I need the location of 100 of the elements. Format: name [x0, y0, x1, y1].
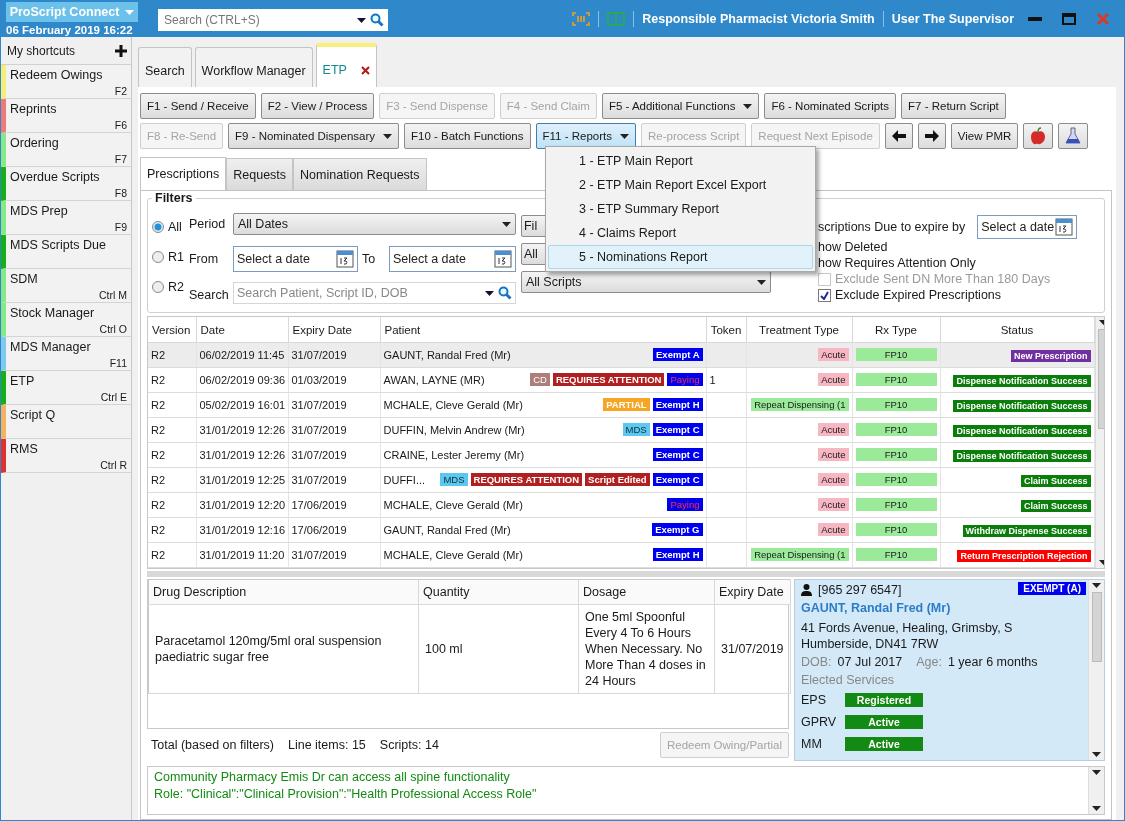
tab[interactable]: Search [138, 47, 192, 87]
toolbar-button[interactable]: F1 - Send / Receive [140, 93, 256, 119]
tab[interactable]: Prescriptions [140, 157, 227, 190]
shortcut-item[interactable]: SDM Ctrl M [1, 269, 131, 303]
field-label: From [189, 251, 220, 266]
column-header[interactable]: Rx Type [852, 317, 940, 343]
shortcut-item[interactable]: Stock Manager Ctrl O [1, 303, 131, 337]
shortcut-item[interactable]: Overdue Scripts F8 [1, 167, 131, 201]
dropdown-button[interactable]: F11 - Reports [535, 123, 636, 149]
tab[interactable]: Workflow Manager [194, 47, 313, 87]
table-row[interactable]: R2 31/01/2019 11:20 31/07/2019 MCHALE, Cleve Gerald (Mr) Exempt H Repeat Dispensing (1 FP10 Return Prescription Rejection [148, 542, 1094, 568]
address-line: Humberside, DN41 7RW [801, 636, 940, 651]
shortcut-item[interactable]: ETP Ctrl E [1, 371, 131, 405]
global-search-field[interactable]: Search (CTRL+S) [158, 9, 388, 31]
table-cell: 100 ml [425, 641, 463, 656]
table-cell: R2 [151, 423, 166, 436]
column-header[interactable]: Expiry Date [714, 579, 791, 605]
toolbar-button[interactable]: F6 - Nominated Scripts [764, 93, 897, 119]
menu-item[interactable]: 2 - ETP Main Report Excel Export [548, 173, 813, 197]
period-select[interactable]: All Dates [233, 213, 516, 236]
dropdown-button[interactable]: F9 - Nominated Dispensary [228, 123, 399, 149]
scripts-select[interactable]: All Scripts [521, 271, 771, 293]
column-header[interactable]: Dosage [578, 579, 715, 605]
radio-button[interactable]: R2 [152, 277, 184, 297]
radio-button[interactable]: All [152, 217, 184, 237]
table-cell: 05/02/2019 16:01 [199, 398, 286, 411]
column-header[interactable]: Drug Description [148, 579, 419, 605]
table-cell: 31/07/2019 [291, 448, 347, 461]
sidebar-title: My shortcuts [7, 43, 75, 58]
rx-type-tag: FP10 [855, 398, 937, 412]
column-header[interactable]: Token [706, 317, 746, 343]
toolbar-button[interactable]: F7 - Return Script [901, 93, 1006, 119]
table-cell: One 5ml Spoonful Every 4 To 6 Hours When Necessary. No More Than 4 doses in 24 Hours [585, 609, 706, 688]
table-row[interactable]: R2 06/02/2019 09:36 01/03/2019 AWAN, LAYNE (MR) CD REQUIRES ATTENTION Paying 1 Acute FP10 Dispense Notification Success [148, 367, 1094, 393]
table-cell: 31/07/2019 [721, 641, 784, 656]
patient-tag: Exempt C [652, 423, 703, 437]
date-field[interactable]: Select a date [233, 245, 358, 272]
table-cell: R2 [151, 498, 166, 511]
tab[interactable]: ETP [315, 43, 377, 87]
shortcut-item[interactable]: MDS Manager F11 [1, 337, 131, 371]
table-row[interactable]: R2 06/02/2019 11:45 31/07/2019 GAUNT, Randal Fred (Mr) Exempt A Acute FP10 New Prescription [148, 342, 1094, 368]
status-message: Community Pharmacy Emis Dr can access all spine functionality [154, 769, 511, 784]
table-row[interactable]: R2 05/02/2019 16:01 31/07/2019 MCHALE, Cleve Gerald (Mr) PARTIAL Exempt H Repeat Dispensing (1 FP10 Dispense Notification Success [148, 392, 1094, 418]
pharmacist-label: Responsible Pharmacist Victoria Smith [642, 12, 875, 26]
table-row[interactable]: R2 31/01/2019 12:26 31/07/2019 CRAINE, Lester Jeremy (Mr) Exempt C Acute FP10 Dispense Notification Success [148, 442, 1094, 468]
menu-item[interactable]: 5 - Nominations Report [548, 245, 813, 269]
column-header[interactable]: Expiry Date [288, 317, 380, 343]
table-row[interactable]: R2 31/01/2019 12:16 17/06/2019 GAUNT, Randal Fred (Mr) Exempt G Acute FP10 Withdraw Dispense Success [148, 517, 1094, 543]
date-field[interactable]: Select a date [389, 245, 516, 272]
column-header[interactable]: Quantity [418, 579, 579, 605]
treatment-tag: Repeat Dispensing (1 [751, 548, 849, 562]
status-tag: New Prescription [1010, 349, 1091, 362]
table-cell: 31/07/2019 [291, 473, 347, 486]
tab[interactable]: Requests [226, 158, 294, 190]
status-tag: Claim Success [1020, 499, 1091, 512]
date-time: 06 February 2019 16:22 [6, 24, 134, 36]
shortcut-item[interactable]: Redeem Owings F2 [1, 65, 131, 99]
table-row[interactable]: R2 31/01/2019 12:25 31/07/2019 DUFFI... MDS REQUIRES ATTENTION Script Edited Exempt C Acute FP10 Claim Success [148, 467, 1094, 493]
column-header[interactable]: Patient [380, 317, 706, 343]
table-cell: 17/06/2019 [291, 498, 347, 511]
shortcut-item[interactable]: Ordering F7 [1, 133, 131, 167]
table-cell: R2 [151, 448, 166, 461]
filters-title: Filters [154, 191, 194, 205]
patient-tag: MDS [622, 423, 650, 437]
toolbar-button[interactable]: F2 - View / Process [260, 93, 375, 119]
age-value: 1 year 6 months [947, 654, 1038, 669]
service-name: EPS [801, 692, 827, 707]
table-row[interactable]: R2 31/01/2019 12:20 17/06/2019 MCHALE, Cleve Gerald (Mr) Paying Acute FP10 Claim Success [148, 492, 1094, 518]
treatment-tag: Acute [818, 373, 849, 387]
shortcut-item[interactable]: RMS Ctrl R [1, 439, 131, 473]
menu-item[interactable]: 1 - ETP Main Report [548, 149, 813, 173]
dropdown-button[interactable]: F5 - Additional Functions [601, 93, 760, 119]
tab[interactable]: Nomination Requests [293, 158, 427, 190]
table-cell: R2 [151, 523, 166, 536]
patient-tag: CD [530, 373, 550, 387]
column-header[interactable]: Treatment Type [746, 317, 852, 343]
toolbar-button[interactable]: F10 - Batch Functions [404, 123, 531, 149]
shortcut-item[interactable]: MDS Prep F9 [1, 201, 131, 235]
patient-search-field[interactable]: Search Patient, Script ID, DOB [233, 282, 516, 305]
table-cell: 1 [709, 373, 716, 386]
service-status: Active [845, 714, 923, 729]
nhs-number: [965 297 6547] [818, 582, 902, 597]
column-header[interactable]: Status [940, 317, 1094, 343]
table-cell: 31/07/2019 [291, 348, 347, 361]
shortcut-item[interactable]: Script Q [1, 405, 131, 439]
table-cell: 06/02/2019 09:36 [199, 373, 286, 386]
shortcut-item[interactable]: MDS Scripts Due [1, 235, 131, 269]
checkbox[interactable]: Exclude Expired Prescriptions [818, 287, 1078, 303]
column-header[interactable]: Date [196, 317, 288, 343]
shortcut-item[interactable]: Reprints F6 [1, 99, 131, 133]
patient-tag: Script Edited [585, 473, 650, 487]
status-tag: Dispense Notification Success [953, 449, 1091, 462]
radio-button[interactable]: R1 [152, 247, 184, 267]
table-cell: 31/01/2019 12:26 [199, 448, 286, 461]
table-row[interactable]: R2 31/01/2019 12:26 31/07/2019 DUFFIN, Melvin Andrew (Mr) MDS Exempt C Acute FP10 Dispense Notification Success [148, 417, 1094, 443]
date-field[interactable]: Select a date [977, 215, 1078, 239]
dob-label: DOB: [801, 654, 832, 669]
table-cell: 31/01/2019 12:26 [199, 423, 286, 436]
toolbar-button[interactable]: View PMR [950, 123, 1019, 149]
column-header[interactable]: Version [148, 317, 196, 343]
